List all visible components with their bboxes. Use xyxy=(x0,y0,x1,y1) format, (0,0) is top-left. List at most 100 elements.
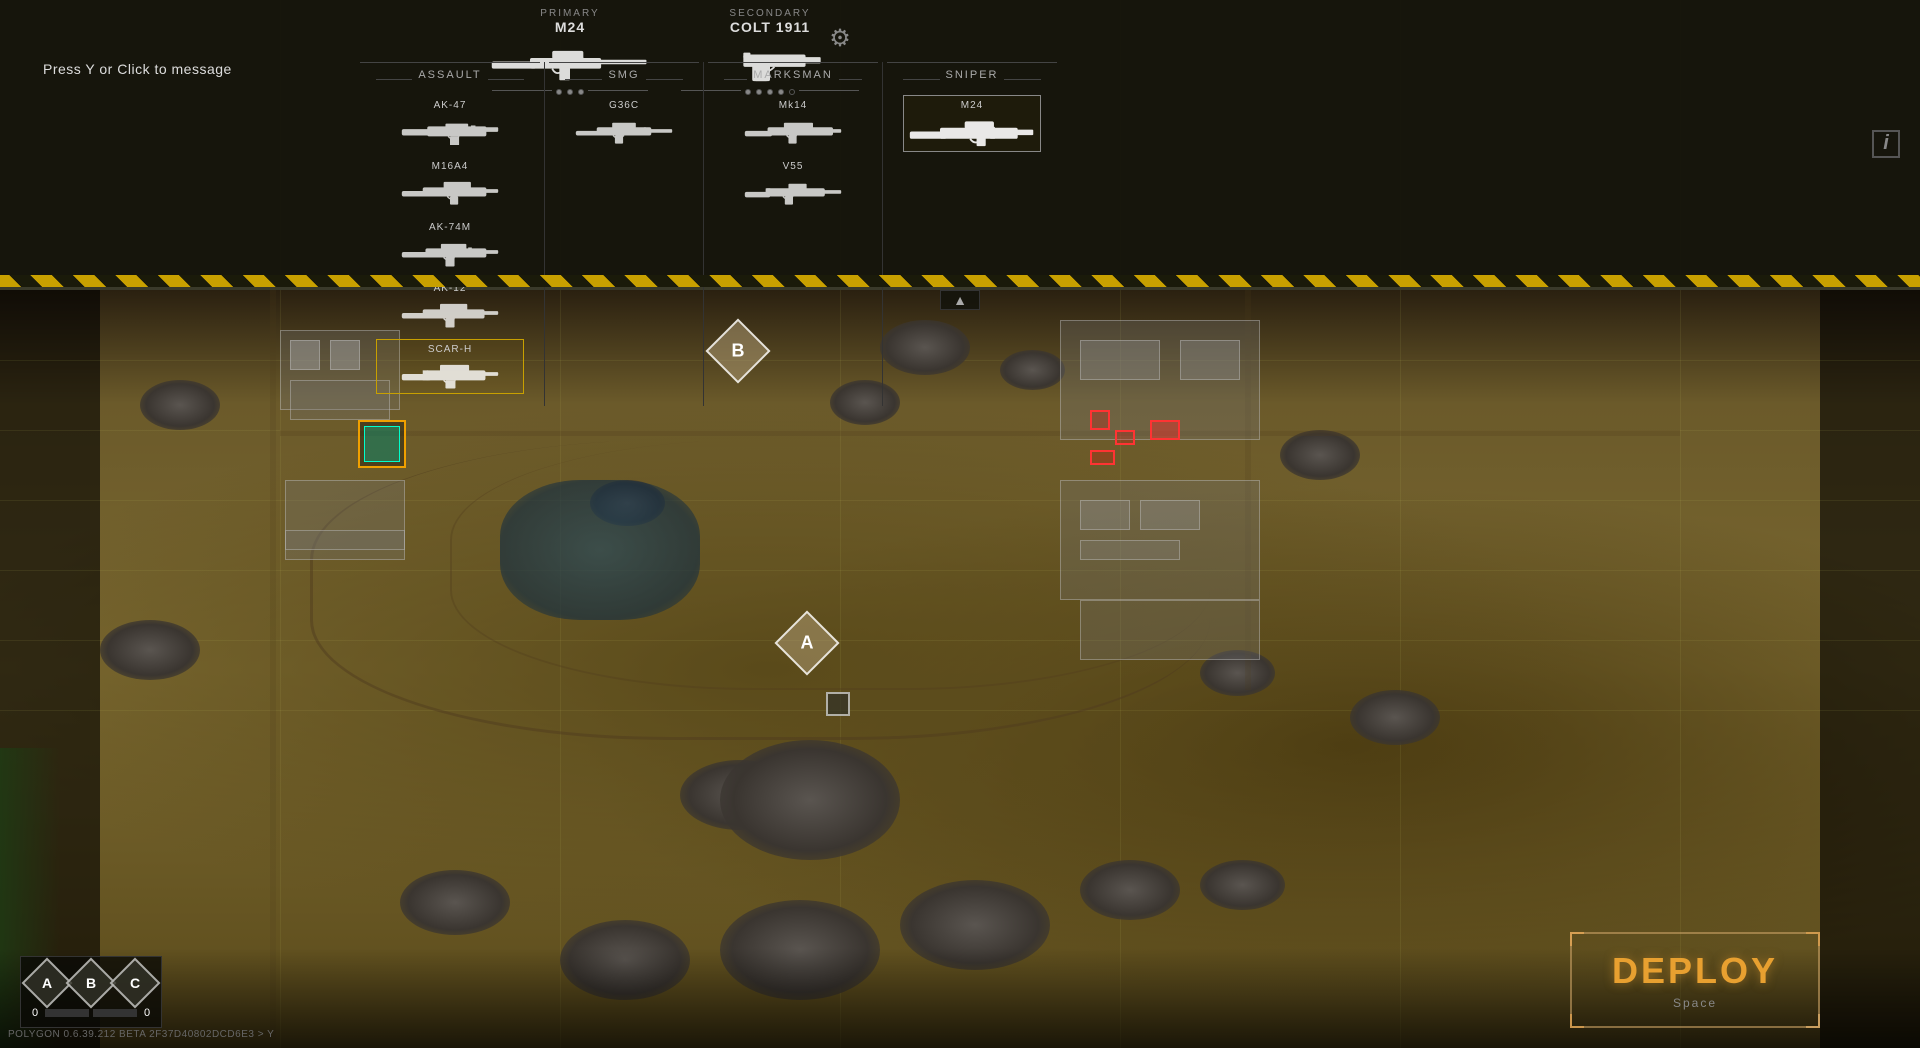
ak74m-label: AK-74M xyxy=(429,222,471,233)
weapon-m24-sniper[interactable]: M24 xyxy=(903,95,1041,152)
info-button[interactable]: i xyxy=(1872,130,1900,158)
sniper-header: SNIPER xyxy=(903,69,1041,89)
ak47-svg xyxy=(400,115,500,145)
weapon-v55[interactable]: V55 xyxy=(724,156,862,211)
road-main-h xyxy=(280,430,1680,436)
score-bars: 0 0 xyxy=(29,1007,153,1019)
smg-line-r xyxy=(646,79,683,80)
enemy-marker-3 xyxy=(1090,450,1115,465)
deploy-key-label: Space xyxy=(1612,996,1778,1010)
deploy-point-map xyxy=(826,692,850,716)
assault-header: ASSAULT xyxy=(376,69,524,89)
structure-right-bottom2 xyxy=(1140,500,1200,530)
weapon-ak47[interactable]: AK-47 xyxy=(376,95,524,150)
scar-h-label: SCAR-H xyxy=(428,344,472,355)
marksman-header: MARKSMAN xyxy=(724,69,862,89)
smg-category: SMG G36C xyxy=(549,62,699,406)
sep-assault-smg xyxy=(544,62,545,406)
structure-right-main xyxy=(1080,340,1160,380)
collapse-panel-button[interactable]: ▲ xyxy=(940,290,980,310)
v55-label: V55 xyxy=(783,161,804,172)
spawn-b-label: B xyxy=(86,975,96,991)
structure-right-bottom3 xyxy=(1080,540,1180,560)
corner-tl xyxy=(1570,932,1584,946)
objective-a-label: A xyxy=(801,633,814,654)
deploy-box[interactable]: DEPLOY Space xyxy=(1570,932,1820,1028)
mk14-label: Mk14 xyxy=(779,100,807,111)
smg-line-l xyxy=(565,79,602,80)
marksman-line-r xyxy=(839,79,862,80)
spawn-a-label: A xyxy=(42,975,52,991)
terrain-rock-r1 xyxy=(1280,430,1360,480)
terrain-rock-r2 xyxy=(1350,690,1440,745)
g36c-svg xyxy=(574,115,674,145)
weapon-scar-h[interactable]: SCAR-H xyxy=(376,339,524,394)
sep-marksman-sniper xyxy=(882,62,883,406)
score-blue: 0 xyxy=(29,1007,41,1019)
marksman-line-l xyxy=(724,79,747,80)
enemy-marker-1 xyxy=(1090,410,1110,430)
terrain-rock xyxy=(140,380,220,430)
press-message-text: Press Y or Click to message xyxy=(43,61,232,77)
corner-tr xyxy=(1806,932,1820,946)
scope-right-overlay xyxy=(1820,290,1920,1048)
player-inner-marker xyxy=(364,426,400,462)
spawn-point-c[interactable]: C xyxy=(110,958,161,1009)
terrain-rock-bot6 xyxy=(1200,860,1285,910)
deploy-text: DEPLOY xyxy=(1612,950,1778,992)
g36c-label: G36C xyxy=(609,100,639,111)
structure-right-vehicles xyxy=(1080,600,1260,660)
assault-line-l xyxy=(376,79,412,80)
weapon-ak74m[interactable]: AK-74M xyxy=(376,217,524,272)
enemy-marker-2 xyxy=(1115,430,1135,445)
marksman-label: MARKSMAN xyxy=(753,69,833,81)
sniper-label: SNIPER xyxy=(946,69,999,81)
structure-right-side xyxy=(1180,340,1240,380)
structure-left-inner2 xyxy=(330,340,360,370)
road-left-v xyxy=(270,290,276,1040)
weapon-m16a4[interactable]: M16A4 xyxy=(376,156,524,211)
smg-header: SMG xyxy=(565,69,683,89)
primary-name: M24 xyxy=(480,19,660,35)
terrain-rock-bot1 xyxy=(400,870,510,935)
structure-left-fence xyxy=(285,530,405,550)
score-bar-blue xyxy=(45,1009,89,1017)
marksman-category: MARKSMAN Mk14 xyxy=(708,62,878,406)
deploy-button[interactable]: DEPLOY Space xyxy=(1570,932,1820,1028)
mk14-svg xyxy=(743,115,843,145)
player-marker xyxy=(358,420,406,468)
settings-button[interactable]: ⚙ xyxy=(820,18,860,58)
sniper-line-l xyxy=(903,79,940,80)
m16a4-svg xyxy=(400,176,500,206)
corner-bl xyxy=(1570,1014,1584,1028)
m16a4-label: M16A4 xyxy=(432,161,469,172)
score-red: 0 xyxy=(141,1007,153,1019)
assault-line-r xyxy=(488,79,524,80)
structure-right-bottom1 xyxy=(1080,500,1130,530)
smg-label: SMG xyxy=(608,69,639,81)
ak12-svg xyxy=(400,298,500,328)
spawn-point-list: A B C xyxy=(29,965,153,1001)
version-info-text: POLYGON 0.6.39.212 BETA 2F37D40802DCD6E3… xyxy=(8,1029,274,1040)
sniper-category: SNIPER M24 xyxy=(887,62,1057,406)
sniper-line-r xyxy=(1004,79,1041,80)
hazard-stripes xyxy=(0,275,1920,287)
terrain-rock xyxy=(100,620,200,680)
assault-label: ASSAULT xyxy=(418,69,481,81)
m24-sniper-label: M24 xyxy=(961,100,983,111)
v55-svg xyxy=(743,176,843,206)
assault-category: ASSAULT AK-47 xyxy=(360,62,540,406)
terrain-rock-large xyxy=(720,740,900,860)
weapon-mk14[interactable]: Mk14 xyxy=(724,95,862,150)
m24-sniper-svg xyxy=(907,115,1037,147)
top-hud: Press Y or Click to message PRIMARY M24 xyxy=(0,0,1920,290)
structure-left-inner xyxy=(290,340,320,370)
ak47-label: AK-47 xyxy=(434,100,467,111)
bottom-left-hud: A B C 0 0 xyxy=(20,956,162,1028)
scar-h-svg xyxy=(400,359,500,389)
ak74m-svg xyxy=(400,237,500,267)
weapon-g36c[interactable]: G36C xyxy=(565,95,683,150)
enemy-marker-group xyxy=(1150,420,1180,440)
weapon-selection-panel: ASSAULT AK-47 xyxy=(360,62,1057,406)
primary-label: PRIMARY xyxy=(480,8,660,19)
